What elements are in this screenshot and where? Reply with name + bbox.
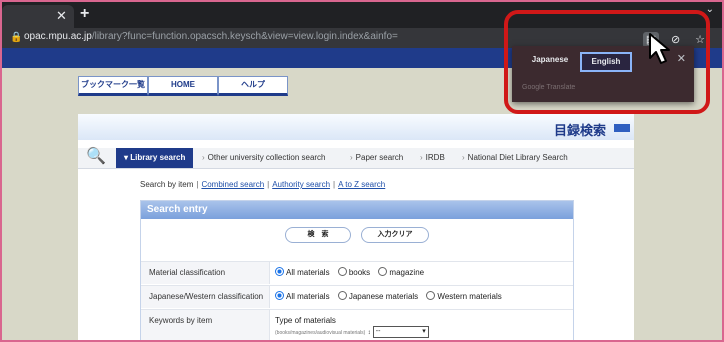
language-classification-row: Japanese/Western classification All mate… xyxy=(141,285,573,308)
tab-search-icon[interactable]: ⌄ xyxy=(706,4,714,15)
tab-other-university[interactable]: › Other university collection search xyxy=(202,148,326,168)
new-tab-icon[interactable]: + xyxy=(80,5,89,23)
highlight-annotation xyxy=(504,10,710,114)
chevron-right-icon: › xyxy=(462,153,465,162)
select-value: -- xyxy=(375,328,381,335)
tab-irdb[interactable]: › IRDB xyxy=(420,148,445,168)
clear-input-button[interactable]: 入力クリア xyxy=(361,227,429,243)
sort-icon: ↕ xyxy=(367,330,371,337)
radio-all-materials-lang[interactable]: All materials xyxy=(275,291,330,301)
lock-icon[interactable]: 🔒 xyxy=(10,32,22,43)
search-by-item-label: Search by item xyxy=(140,180,194,189)
panel-title: Search entry xyxy=(141,201,573,219)
tab-other-university-label: Other university collection search xyxy=(207,153,326,162)
language-classification-label: Japanese/Western classification xyxy=(141,286,270,308)
banner-accent xyxy=(614,124,630,132)
radio-western-materials[interactable]: Western materials xyxy=(426,291,502,301)
combined-search-link[interactable]: Combined search xyxy=(201,180,264,189)
tab-ndl-search-label: National Diet Library Search xyxy=(467,153,568,162)
page-title: 目録検索 xyxy=(553,123,606,138)
radio-label: All materials xyxy=(286,292,330,301)
radio-icon xyxy=(337,267,347,276)
page-banner: 目録検索 xyxy=(78,114,634,140)
radio-books[interactable]: books xyxy=(337,267,371,277)
material-type-select[interactable]: -- ▾ xyxy=(372,326,429,338)
radio-label: Western materials xyxy=(437,292,502,301)
type-of-materials-sublabel: (books/magazines/audiovisual materials) xyxy=(275,330,366,337)
url-host: opac.mpu.ac.jp xyxy=(24,31,92,42)
tab-paper-search-label: Paper search xyxy=(355,153,404,162)
search-button[interactable]: 検 索 xyxy=(285,227,351,243)
material-classification-row: Material classification All materials bo… xyxy=(141,261,573,284)
radio-magazine[interactable]: magazine xyxy=(378,267,425,277)
tab-irdb-label: IRDB xyxy=(425,153,445,162)
url-path: /library?func=function.opacsch.keysch&vi… xyxy=(91,31,398,42)
search-entry-panel: Search entry 検 索 入力クリア Material classifi… xyxy=(140,200,574,340)
authority-search-link[interactable]: Authority search xyxy=(272,180,330,189)
radio-icon xyxy=(337,291,347,300)
url-text[interactable]: opac.mpu.ac.jp/library?func=function.opa… xyxy=(24,31,398,42)
keywords-label: Keywords by item xyxy=(141,310,270,340)
radio-label: All materials xyxy=(286,268,330,277)
radio-label: Japanese materials xyxy=(348,292,419,301)
nav-tab-home[interactable]: HOME xyxy=(148,76,218,96)
radio-all-materials[interactable]: All materials xyxy=(275,267,330,277)
screenshot-frame: ✕ + ⌄ 🔒 opac.mpu.ac.jp/library?func=func… xyxy=(0,0,724,342)
main-content: 目録検索 🔍 ▾ Library search › Other universit… xyxy=(78,114,634,340)
chevron-right-icon: › xyxy=(350,153,353,162)
close-tab-icon[interactable]: ✕ xyxy=(56,8,67,24)
a-to-z-search-link[interactable]: A to Z search xyxy=(338,180,385,189)
radio-icon xyxy=(378,267,388,276)
radio-selected-icon xyxy=(275,267,284,276)
chevron-right-icon: › xyxy=(420,153,423,162)
magnifier-icon: 🔍 xyxy=(86,148,106,165)
type-of-materials-label: Type of materials xyxy=(275,316,336,325)
radio-japanese-materials[interactable]: Japanese materials xyxy=(337,291,419,301)
tab-paper-search[interactable]: › Paper search xyxy=(350,148,403,168)
material-classification-label: Material classification xyxy=(141,262,270,284)
radio-label: books xyxy=(348,268,371,277)
chevron-right-icon: › xyxy=(202,153,205,162)
radio-selected-icon xyxy=(275,291,284,300)
tab-library-search[interactable]: ▾ Library search xyxy=(116,148,194,168)
tab-library-search-label: Library search xyxy=(130,153,186,162)
tab-ndl-search[interactable]: › National Diet Library Search xyxy=(462,148,568,168)
nav-tab-bookmarks[interactable]: ブックマーク一覧 xyxy=(78,76,148,96)
browser-tab[interactable]: ✕ xyxy=(2,5,74,28)
keywords-row: Keywords by item Type of materials (book… xyxy=(141,309,573,340)
chevron-down-icon: ▾ xyxy=(422,328,426,335)
search-mode-links: Search by item | Combined search | Authority… xyxy=(140,180,386,189)
radio-label: magazine xyxy=(389,268,425,277)
search-type-bar: 🔍 ▾ Library search › Other university col… xyxy=(78,148,634,169)
nav-tab-help[interactable]: ヘルプ xyxy=(218,76,288,96)
radio-icon xyxy=(426,291,436,300)
